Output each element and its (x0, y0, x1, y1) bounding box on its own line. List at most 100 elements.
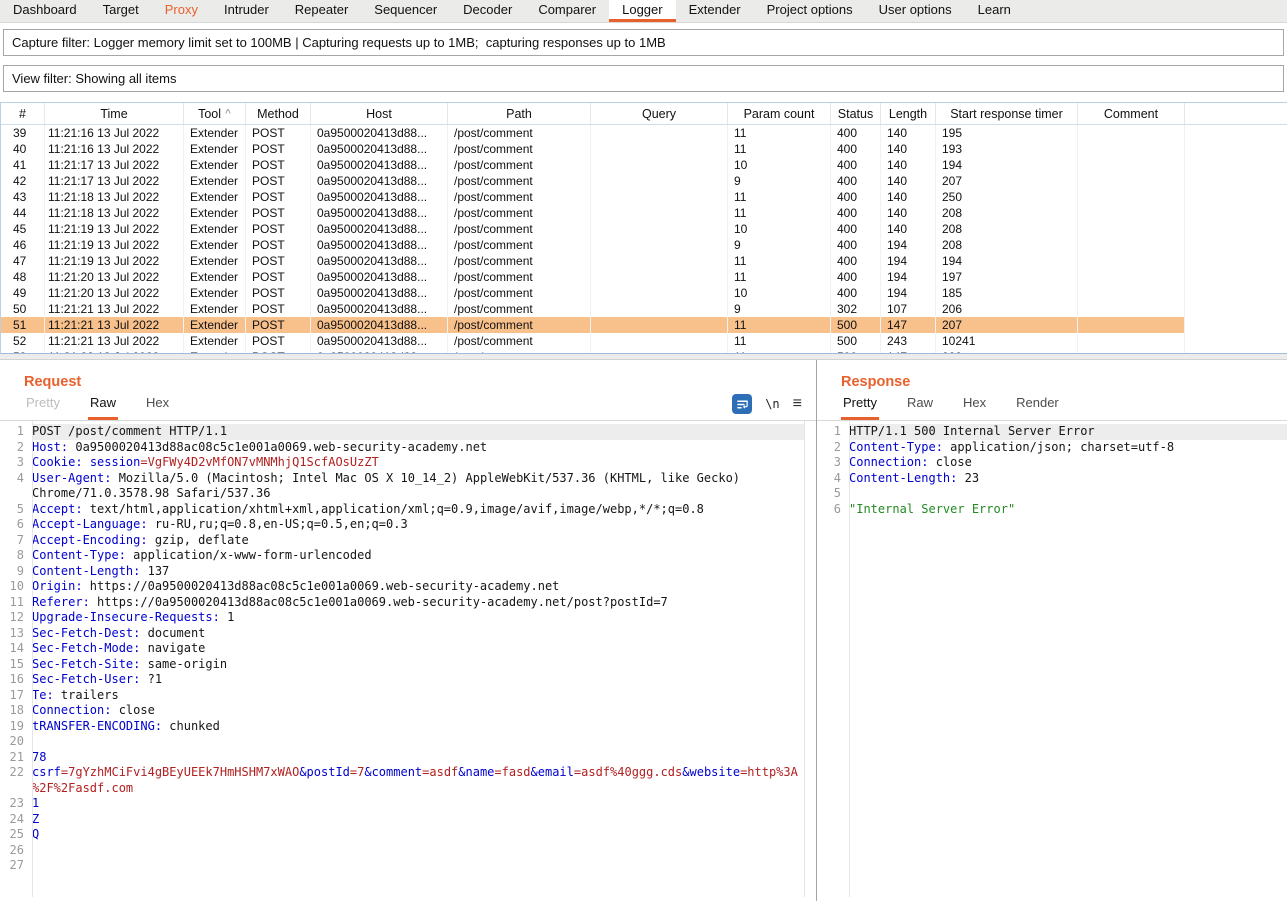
line-number: 19 (0, 719, 32, 735)
request-editor[interactable]: 1POST /post/comment HTTP/1.12Host: 0a950… (0, 421, 805, 897)
cell-time: 11:21:18 13 Jul 2022 (45, 189, 184, 205)
column-header-time[interactable]: Time (45, 103, 184, 124)
menu-tab-decoder[interactable]: Decoder (450, 0, 525, 22)
menu-tab-dashboard[interactable]: Dashboard (0, 0, 90, 22)
column-header-path[interactable]: Path (448, 103, 591, 124)
response-tab-hex[interactable]: Hex (961, 395, 988, 420)
cell-query (591, 189, 728, 205)
column-header-label: Query (642, 107, 676, 121)
menu-tab-sequencer[interactable]: Sequencer (361, 0, 450, 22)
cell-path: /post/comment (448, 141, 591, 157)
menu-tab-intruder[interactable]: Intruder (211, 0, 282, 22)
capture-filter-bar[interactable]: Capture filter: Logger memory limit set … (3, 29, 1284, 56)
cell-tool: Extender (184, 173, 246, 189)
cell-comment (1078, 125, 1185, 141)
line-content: User-Agent: Mozilla/5.0 (Macintosh; Inte… (32, 471, 804, 502)
request-tab-pretty[interactable]: Pretty (24, 395, 62, 420)
log-table: #TimeTool^MethodHostPath Query Param count… (0, 102, 1287, 354)
cell-method: POST (246, 317, 311, 333)
column-header-query[interactable]: Query (591, 103, 728, 124)
cell-method: POST (246, 237, 311, 253)
line-number: 21 (0, 750, 32, 766)
line-number: 2 (817, 440, 849, 456)
table-row[interactable]: 4011:21:16 13 Jul 2022ExtenderPOST0a9500… (1, 141, 1185, 157)
response-editor[interactable]: 1HTTP/1.1 500 Internal Server Error2Cont… (817, 421, 1287, 897)
column-header-length[interactable]: Length (881, 103, 936, 124)
column-header-host[interactable]: Host (311, 103, 448, 124)
editor-line: 24Z (0, 812, 804, 828)
editor-line: 27 (0, 858, 804, 874)
table-row[interactable]: 4311:21:18 13 Jul 2022ExtenderPOST0a9500… (1, 189, 1185, 205)
cell-method: POST (246, 301, 311, 317)
line-number: 4 (0, 471, 32, 502)
soft-word-wrap-icon[interactable] (732, 394, 752, 414)
line-number: 23 (0, 796, 32, 812)
request-tab-raw[interactable]: Raw (88, 395, 118, 420)
cell-param_count: 11 (728, 141, 831, 157)
cell-length: 194 (881, 253, 936, 269)
column-header-label: Status (838, 107, 873, 121)
cell-status: 400 (831, 173, 881, 189)
table-row[interactable]: 4211:21:17 13 Jul 2022ExtenderPOST0a9500… (1, 173, 1185, 189)
editor-line: 1HTTP/1.1 500 Internal Server Error (817, 424, 1287, 440)
editor-menu-icon[interactable]: ≡ (793, 396, 802, 412)
newline-display-icon[interactable]: \n (765, 397, 779, 411)
column-header-tool[interactable]: Tool^ (184, 103, 246, 124)
response-tab-raw[interactable]: Raw (905, 395, 935, 420)
cell-length: 140 (881, 221, 936, 237)
table-row[interactable]: 4711:21:19 13 Jul 2022ExtenderPOST0a9500… (1, 253, 1185, 269)
view-filter-bar[interactable]: View filter: Showing all items (3, 65, 1284, 92)
cell-param_count: 11 (728, 189, 831, 205)
cell-length: 243 (881, 333, 936, 349)
response-tab-pretty[interactable]: Pretty (841, 395, 879, 420)
menu-tab-learn[interactable]: Learn (965, 0, 1024, 22)
table-row[interactable]: 4411:21:18 13 Jul 2022ExtenderPOST0a9500… (1, 205, 1185, 221)
table-row[interactable]: 5011:21:21 13 Jul 2022ExtenderPOST0a9500… (1, 301, 1185, 317)
column-header-method[interactable]: Method (246, 103, 311, 124)
editor-line: 6Accept-Language: ru-RU,ru;q=0.8,en-US;q… (0, 517, 804, 533)
column-header-label: Start response timer (950, 107, 1063, 121)
cell-query (591, 125, 728, 141)
cell-tool: Extender (184, 237, 246, 253)
menu-tab-comparer[interactable]: Comparer (525, 0, 609, 22)
column-header-comment[interactable]: Comment (1078, 103, 1185, 124)
table-row[interactable]: 4911:21:20 13 Jul 2022ExtenderPOST0a9500… (1, 285, 1185, 301)
table-row[interactable]: 5111:21:21 13 Jul 2022ExtenderPOST0a9500… (1, 317, 1185, 333)
line-content (32, 843, 804, 859)
cell-start_response_timer: 208 (936, 205, 1078, 221)
cell-comment (1078, 173, 1185, 189)
cell-start_response_timer: 208 (936, 221, 1078, 237)
column-header-label: Tool (198, 107, 221, 121)
menu-tab-proxy[interactable]: Proxy (152, 0, 211, 22)
cell-start_response_timer: 208 (936, 237, 1078, 253)
menu-tab-repeater[interactable]: Repeater (282, 0, 361, 22)
table-row[interactable]: 4511:21:19 13 Jul 2022ExtenderPOST0a9500… (1, 221, 1185, 237)
cell-method: POST (246, 189, 311, 205)
column-header-status[interactable]: Status (831, 103, 881, 124)
column-header-[interactable]: # (1, 103, 45, 124)
menu-tab-logger[interactable]: Logger (609, 0, 675, 22)
column-header-start-response-timer[interactable]: Start response timer (936, 103, 1078, 124)
table-row[interactable]: 4111:21:17 13 Jul 2022ExtenderPOST0a9500… (1, 157, 1185, 173)
table-row[interactable]: 3911:21:16 13 Jul 2022ExtenderPOST0a9500… (1, 125, 1185, 141)
table-row[interactable]: 5211:21:21 13 Jul 2022ExtenderPOST0a9500… (1, 333, 1185, 349)
line-number: 3 (817, 455, 849, 471)
menu-tab-user-options[interactable]: User options (866, 0, 965, 22)
column-header-param-count[interactable]: Param count (728, 103, 831, 124)
line-number: 15 (0, 657, 32, 673)
editor-line: 4User-Agent: Mozilla/5.0 (Macintosh; Int… (0, 471, 804, 502)
cell-query (591, 141, 728, 157)
response-tab-render[interactable]: Render (1014, 395, 1061, 420)
cell-time: 11:21:21 13 Jul 2022 (45, 317, 184, 333)
menu-tab-target[interactable]: Target (90, 0, 152, 22)
table-row[interactable]: 4611:21:19 13 Jul 2022ExtenderPOST0a9500… (1, 237, 1185, 253)
cell-path: /post/comment (448, 317, 591, 333)
table-row[interactable]: 4811:21:20 13 Jul 2022ExtenderPOST0a9500… (1, 269, 1185, 285)
cell-id: 40 (1, 141, 45, 157)
line-number: 16 (0, 672, 32, 688)
menu-tab-extender[interactable]: Extender (676, 0, 754, 22)
request-tab-hex[interactable]: Hex (144, 395, 171, 420)
request-pane-title: Request (0, 360, 816, 391)
menu-tab-project-options[interactable]: Project options (754, 0, 866, 22)
line-number: 14 (0, 641, 32, 657)
